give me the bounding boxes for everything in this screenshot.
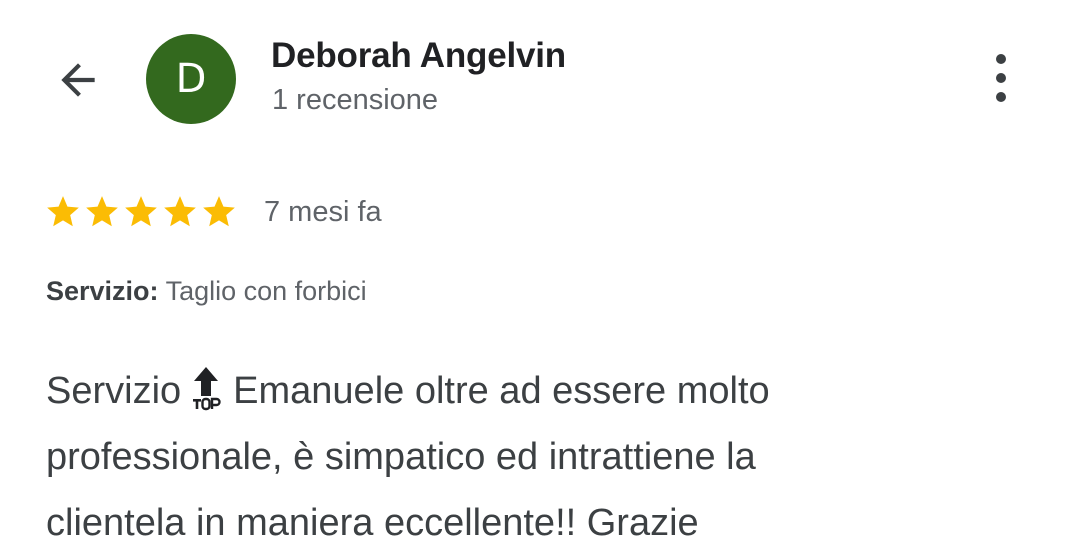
star-icon bbox=[164, 196, 196, 227]
arrow-left-icon bbox=[61, 63, 95, 97]
star-icon bbox=[86, 196, 118, 227]
review-count: 1 recensione bbox=[272, 84, 439, 116]
more-vert-icon bbox=[996, 54, 1006, 64]
more-options-button[interactable] bbox=[976, 50, 1026, 106]
top-arrow-emoji bbox=[193, 367, 221, 411]
service-row: Servizio: Taglio con forbici bbox=[46, 276, 367, 307]
review-text-line: Servizio Emanuele oltre ad essere molto bbox=[46, 358, 976, 424]
author-name[interactable]: Deborah Angelvin bbox=[271, 36, 566, 76]
review-text-fragment: Servizio bbox=[46, 370, 182, 412]
star-icon bbox=[47, 196, 79, 227]
service-value: Taglio con forbici bbox=[165, 276, 367, 306]
review-text-fragment: Emanuele oltre ad essere molto bbox=[233, 370, 770, 412]
avatar-letter: D bbox=[175, 56, 207, 102]
rating-row: 7 mesi fa bbox=[44, 190, 382, 234]
star-icon bbox=[125, 196, 157, 227]
service-label: Servizio: bbox=[46, 276, 159, 306]
review-text-line: professionale, è simpatico ed intrattien… bbox=[46, 436, 756, 478]
review-time: 7 mesi fa bbox=[264, 195, 382, 228]
review-text: Servizio Emanuele oltre ad essere molto … bbox=[46, 358, 976, 556]
star-rating bbox=[44, 193, 238, 231]
avatar[interactable]: D bbox=[146, 34, 236, 124]
star-icon bbox=[203, 196, 235, 227]
review-text-line: clientela in maniera eccellente!! Grazie bbox=[46, 502, 699, 544]
review-header: D Deborah Angelvin 1 recensione bbox=[0, 0, 1080, 150]
more-vert-icon-dot bbox=[996, 73, 1006, 83]
more-vert-icon-dot bbox=[996, 92, 1006, 102]
back-button[interactable] bbox=[50, 52, 106, 108]
